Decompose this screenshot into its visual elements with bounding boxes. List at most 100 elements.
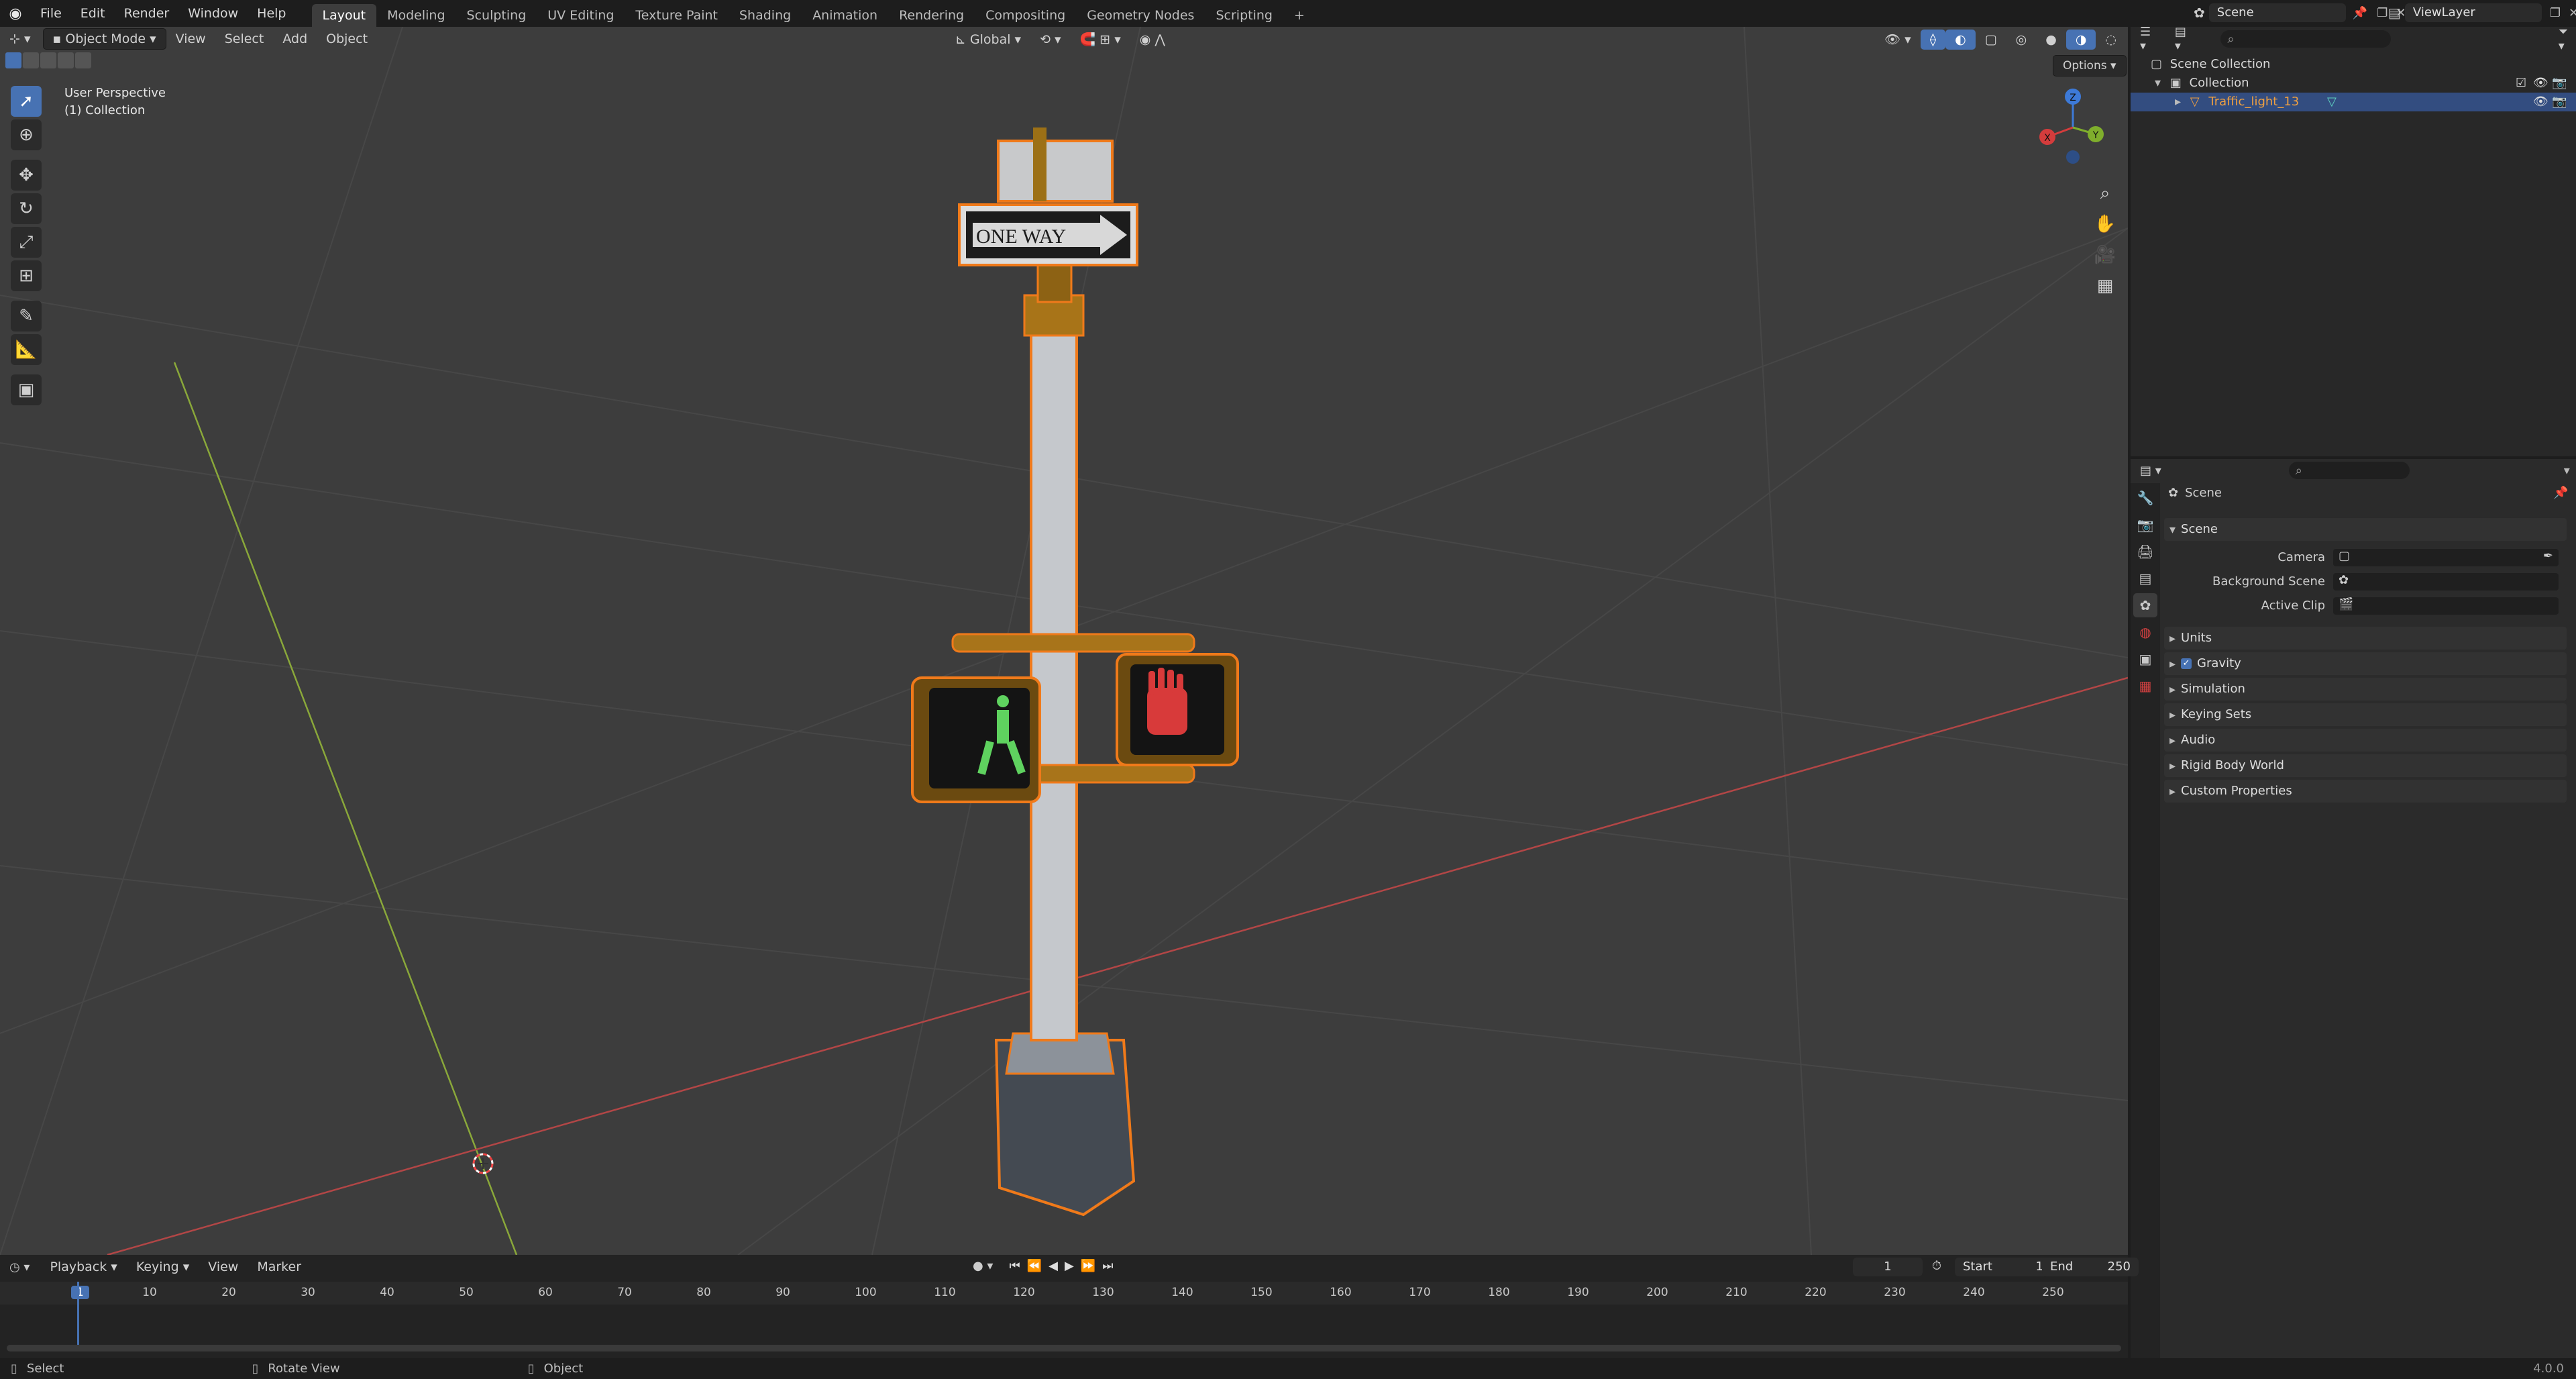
- properties-editor-icon[interactable]: ▤ ▾: [2140, 464, 2161, 478]
- navigation-gizmo[interactable]: Z X Y: [2033, 87, 2113, 168]
- play-icon[interactable]: ▶: [1065, 1259, 1074, 1273]
- end-frame-field[interactable]: End 250: [2042, 1258, 2139, 1276]
- start-frame-field[interactable]: Start 1: [1955, 1258, 2051, 1276]
- eyedropper-icon[interactable]: ✒: [2543, 549, 2553, 563]
- material-shading-icon[interactable]: ◑: [2065, 30, 2096, 50]
- jump-start-icon[interactable]: ⏮: [1009, 1259, 1020, 1273]
- close-layer-icon[interactable]: ✕: [2569, 6, 2576, 20]
- select-extend-icon[interactable]: [23, 52, 39, 68]
- collection-tab-icon[interactable]: ▣: [2133, 647, 2157, 671]
- tab-scripting[interactable]: Scripting: [1205, 4, 1283, 27]
- scene-name-field[interactable]: Scene: [2208, 3, 2346, 22]
- camera-icon[interactable]: 📷: [2552, 74, 2567, 93]
- keying-sets-panel[interactable]: ▸ Keying Sets: [2164, 703, 2567, 726]
- menu-file[interactable]: File: [31, 0, 71, 27]
- rendered-shading-icon[interactable]: ◌: [2096, 30, 2126, 50]
- visibility-icon[interactable]: 👁 ▾: [1875, 30, 1921, 50]
- copy-scene-icon[interactable]: ❐: [2377, 6, 2387, 20]
- 3d-viewport[interactable]: ONE WAY User Perspective (1) Collection …: [0, 27, 2128, 1255]
- select-intersect-icon[interactable]: [75, 52, 91, 68]
- pivot-point-icon[interactable]: ⟲ ▾: [1030, 30, 1071, 50]
- rigid-body-world-panel[interactable]: ▸ Rigid Body World: [2164, 754, 2567, 777]
- select-new-icon[interactable]: [5, 52, 21, 68]
- tab-layout[interactable]: Layout: [311, 4, 377, 27]
- add-workspace-button[interactable]: +: [1283, 4, 1316, 27]
- menu-add[interactable]: Add: [273, 29, 317, 49]
- tab-shading[interactable]: Shading: [729, 4, 802, 27]
- solid-shading-icon[interactable]: ●: [2036, 30, 2066, 50]
- xray-icon[interactable]: ▢: [1976, 30, 2006, 50]
- tab-rendering[interactable]: Rendering: [888, 4, 975, 27]
- gizmo-toggle-icon[interactable]: ⟠: [1920, 30, 1946, 50]
- camera-field[interactable]: ▢ ✒: [2333, 549, 2559, 566]
- select-invert-icon[interactable]: [58, 52, 74, 68]
- render-tab-icon[interactable]: 📷: [2133, 513, 2157, 537]
- chevron-down-icon[interactable]: ▾: [2564, 464, 2570, 478]
- texture-tab-icon[interactable]: ▦: [2133, 674, 2157, 698]
- scale-tool[interactable]: ⤢: [11, 227, 42, 258]
- play-reverse-icon[interactable]: ◀: [1049, 1259, 1058, 1273]
- gravity-panel[interactable]: ▸ ✓ Gravity: [2164, 652, 2567, 675]
- menu-select[interactable]: Select: [215, 29, 274, 49]
- output-tab-icon[interactable]: 🖨: [2133, 540, 2157, 564]
- move-tool[interactable]: ✥: [11, 160, 42, 191]
- outliner-editor-icon[interactable]: ☰ ▾: [2140, 25, 2159, 53]
- menu-edit[interactable]: Edit: [71, 0, 115, 27]
- custom-properties-panel[interactable]: ▸ Custom Properties: [2164, 780, 2567, 803]
- units-panel[interactable]: ▸ Units: [2164, 627, 2567, 650]
- transform-tool[interactable]: ⊞: [11, 260, 42, 291]
- scene-tab-icon[interactable]: ✿: [2133, 593, 2157, 617]
- menu-help[interactable]: Help: [248, 0, 295, 27]
- pin-icon[interactable]: 📌: [2553, 486, 2568, 500]
- tab-texture-paint[interactable]: Texture Paint: [625, 4, 729, 27]
- add-cube-tool[interactable]: ▣: [11, 374, 42, 405]
- display-mode-icon[interactable]: ▤ ▾: [2175, 25, 2194, 53]
- camera-view-icon[interactable]: 🎥: [2090, 240, 2121, 270]
- menu-window[interactable]: Window: [178, 0, 248, 27]
- outliner-scene-collection[interactable]: ▢ Scene Collection: [2131, 55, 2576, 74]
- tab-compositing[interactable]: Compositing: [975, 4, 1076, 27]
- playhead[interactable]: [77, 1282, 79, 1345]
- wireframe-shading-icon[interactable]: ◎: [2006, 30, 2037, 50]
- rotate-tool[interactable]: ↻: [11, 193, 42, 224]
- tab-modeling[interactable]: Modeling: [376, 4, 455, 27]
- viewport-scene[interactable]: ONE WAY: [0, 27, 2128, 1255]
- scene-panel-header[interactable]: ▾ Scene: [2164, 518, 2567, 541]
- annotate-tool[interactable]: ✎: [11, 301, 42, 331]
- tab-geometry-nodes[interactable]: Geometry Nodes: [1076, 4, 1205, 27]
- keyframe-area[interactable]: [0, 1305, 2128, 1345]
- timeline-scrollbar[interactable]: [7, 1345, 2121, 1351]
- menu-view[interactable]: View: [166, 29, 215, 49]
- simulation-panel[interactable]: ▸ Simulation: [2164, 678, 2567, 701]
- select-box-tool[interactable]: ➚: [11, 86, 42, 117]
- overlay-toggle-icon[interactable]: ◐: [1945, 30, 1976, 50]
- record-icon[interactable]: ● ▾: [973, 1259, 993, 1273]
- outliner-search-input[interactable]: ⌕: [2220, 30, 2391, 48]
- tab-uv-editing[interactable]: UV Editing: [537, 4, 625, 27]
- prev-keyframe-icon[interactable]: ⏪: [1027, 1259, 1042, 1273]
- current-frame-field[interactable]: 1: [1853, 1258, 1923, 1276]
- frame-ruler[interactable]: 1 10 20 30 40 50 60 70 80 90 100 110 120 130 140 150 160…: [0, 1282, 2128, 1305]
- background-scene-field[interactable]: ✿: [2333, 573, 2559, 591]
- view-layer-tab-icon[interactable]: ▤: [2133, 566, 2157, 591]
- zoom-icon[interactable]: ⌕: [2090, 178, 2121, 209]
- eye-icon[interactable]: 👁: [2533, 93, 2548, 111]
- blender-logo-icon[interactable]: ◉: [0, 0, 31, 27]
- grid-ortho-icon[interactable]: ▦: [2090, 270, 2121, 301]
- checkbox-icon[interactable]: ☑: [2516, 74, 2526, 93]
- transform-orientation-dropdown[interactable]: ⊾ Global ▾: [946, 30, 1030, 50]
- scene-icon[interactable]: ✿: [2194, 5, 2205, 21]
- editor-type-icon[interactable]: ⊹ ▾: [0, 29, 40, 49]
- menu-object[interactable]: Object: [317, 29, 377, 49]
- select-subtract-icon[interactable]: [40, 52, 56, 68]
- next-keyframe-icon[interactable]: ⏩: [1081, 1259, 1095, 1273]
- stopwatch-icon[interactable]: ⏱: [1932, 1259, 1941, 1273]
- menu-keying[interactable]: Keying ▾: [127, 1257, 199, 1277]
- eye-icon[interactable]: 👁: [2533, 74, 2548, 93]
- measure-tool[interactable]: 📐: [11, 334, 42, 365]
- gravity-checkbox[interactable]: ✓: [2181, 658, 2192, 669]
- active-clip-field[interactable]: 🎬: [2333, 597, 2559, 615]
- proportional-edit-icon[interactable]: ◉ ⋀: [1130, 30, 1175, 50]
- properties-search-input[interactable]: ⌕: [2288, 462, 2410, 479]
- tab-sculpting[interactable]: Sculpting: [456, 4, 537, 27]
